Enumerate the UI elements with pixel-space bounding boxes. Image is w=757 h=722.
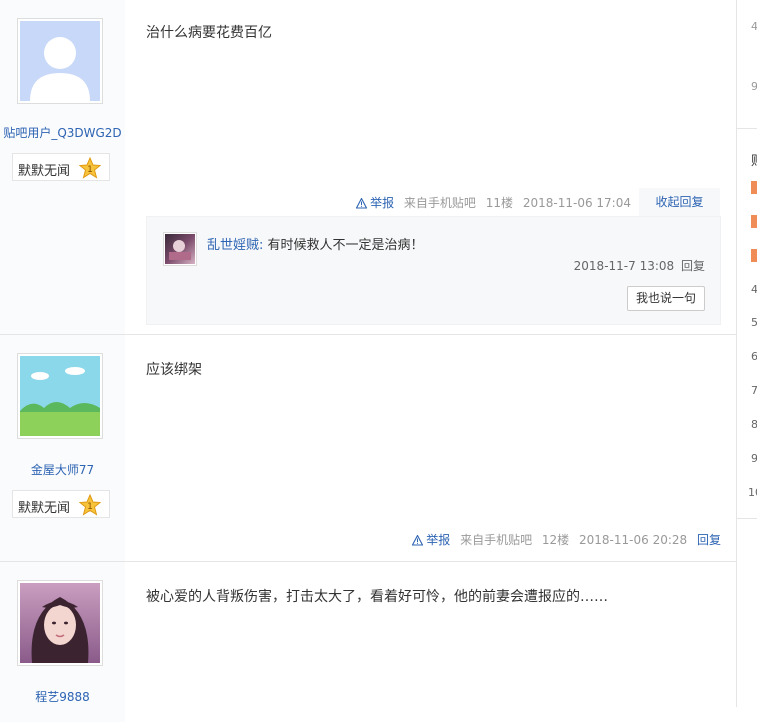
commenter-avatar[interactable]: [163, 232, 197, 266]
post-source: 来自手机贴吧: [460, 533, 533, 547]
rail-item[interactable]: 7: [751, 384, 757, 397]
username-link[interactable]: 程艺9888: [0, 688, 125, 705]
portrait-avatar-icon: [20, 583, 100, 663]
rail-item: 4: [751, 20, 757, 33]
landscape-avatar-icon: [20, 356, 100, 436]
comment-reply-link[interactable]: 回复: [681, 259, 705, 273]
anime-avatar-icon: [165, 234, 195, 264]
post-time: 2018-11-06 17:04: [522, 196, 631, 210]
rail-item[interactable]: 6: [751, 350, 757, 363]
rail-item[interactable]: 4: [751, 283, 757, 296]
post-tail: 举报 来自手机贴吧 12楼 2018-11-06 20:28 回复: [406, 531, 721, 548]
level-title: 默默无闻: [18, 164, 71, 179]
star-icon: 1: [78, 493, 102, 519]
star-icon: 1: [78, 156, 102, 182]
comment-text: 有时候救人不一定是治病！: [267, 238, 424, 253]
floor-number: 11楼: [485, 196, 514, 210]
avatar-frame[interactable]: [17, 580, 103, 666]
post-content: 治什么病要花费百亿: [146, 25, 272, 41]
rank-tag-2: [751, 215, 757, 228]
post-floor-13: 程艺9888 被心爱的人背叛伤害，打击太大了，看着好可怜，他的前妻会遭报应的……: [0, 562, 736, 722]
level-badge[interactable]: 默默无闻 1: [12, 490, 110, 518]
comment-author[interactable]: 乱世婬贼:: [207, 238, 263, 253]
warning-icon: [356, 198, 368, 209]
level-title: 默默无闻: [18, 501, 71, 516]
right-sidebar: 4 9 贴 4 5 6 7 8 9 10: [736, 0, 757, 707]
say-something-button[interactable]: 我也说一句: [627, 286, 705, 311]
post-content: 应该绑架: [146, 362, 202, 378]
username-link[interactable]: 金屋大师77: [0, 461, 125, 478]
floor-number: 12楼: [541, 533, 570, 547]
post-floor-11: 贴吧用户_Q3DWG2D 默默无闻 1 治什么病要花费百亿 举报 来自手机贴吧 …: [0, 0, 736, 335]
post-content: 被心爱的人背叛伤害，打击太大了，看着好可怜，他的前妻会遭报应的……: [146, 589, 608, 605]
rail-item[interactable]: 8: [751, 418, 757, 431]
default-avatar-icon: [20, 21, 100, 101]
post-source: 来自手机贴吧: [403, 196, 476, 210]
rail-title: 贴: [751, 150, 757, 169]
report-link[interactable]: 举报: [412, 533, 454, 547]
post-floor-12: 金屋大师77 默默无闻 1 应该绑架 举报 来自手机贴吧 12楼 2018-11…: [0, 335, 736, 562]
warning-icon: [412, 535, 424, 546]
collapse-replies-button[interactable]: 收起回复: [639, 188, 720, 216]
rail-divider: [737, 128, 757, 129]
author-column: 程艺9888: [0, 562, 125, 722]
comment-line: 乱世婬贼: 有时候救人不一定是治病！: [207, 234, 424, 253]
avatar-frame[interactable]: [17, 18, 103, 104]
post-time: 2018-11-06 20:28: [579, 533, 688, 547]
report-link[interactable]: 举报: [356, 196, 398, 210]
rail-item[interactable]: 9: [751, 452, 757, 465]
thread-list: 贴吧用户_Q3DWG2D 默默无闻 1 治什么病要花费百亿 举报 来自手机贴吧 …: [0, 0, 736, 722]
rail-item[interactable]: 10: [748, 486, 757, 499]
rail-item: 9: [751, 80, 757, 93]
level-number: 1: [87, 165, 93, 175]
username-link[interactable]: 贴吧用户_Q3DWG2D: [0, 124, 125, 141]
rank-tag-3: [751, 249, 757, 262]
author-column: 贴吧用户_Q3DWG2D 默默无闻 1: [0, 0, 125, 334]
level-number: 1: [87, 502, 93, 512]
comment-meta: 2018-11-7 13:08 回复: [574, 257, 705, 274]
post-tail: 举报 来自手机贴吧 11楼 2018-11-06 17:04: [350, 194, 631, 211]
reply-panel: 乱世婬贼: 有时候救人不一定是治病！ 2018-11-7 13:08 回复 我也…: [146, 216, 721, 325]
level-badge[interactable]: 默默无闻 1: [12, 153, 110, 181]
author-column: 金屋大师77 默默无闻 1: [0, 335, 125, 561]
rank-tag-1: [751, 181, 757, 194]
avatar-frame[interactable]: [17, 353, 103, 439]
reply-link[interactable]: 回复: [697, 533, 721, 547]
rail-divider: [737, 518, 757, 519]
rail-item[interactable]: 5: [751, 316, 757, 329]
comment-time: 2018-11-7 13:08: [573, 259, 675, 273]
